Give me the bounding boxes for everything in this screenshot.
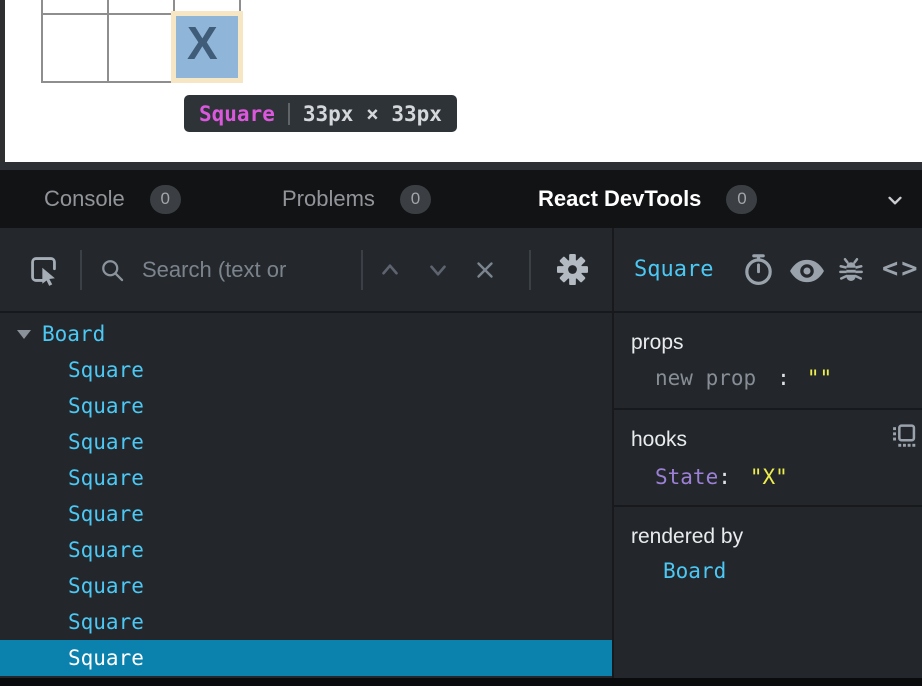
tooltip-component-name: Square <box>199 102 275 126</box>
inspected-element-header: Square <box>612 228 922 311</box>
tree-item-square[interactable]: Square <box>0 352 612 388</box>
owner-label: Board <box>663 559 726 583</box>
devtools-top-border <box>0 162 922 170</box>
tab-problems[interactable]: Problems 0 <box>282 170 431 228</box>
colon: : <box>777 366 790 390</box>
console-count-badge: 0 <box>150 185 181 214</box>
tab-react-devtools[interactable]: React DevTools 0 <box>538 170 757 228</box>
react-devtools-main: Board Square Square Square Square Square… <box>0 313 922 678</box>
tab-react-devtools-label: React DevTools <box>538 186 701 212</box>
problems-count-badge: 0 <box>400 185 431 214</box>
hooks-title: hooks <box>631 428 687 452</box>
hooks-section: hooks <box>614 410 922 507</box>
stopwatch-icon[interactable] <box>741 252 776 287</box>
tree-item-square[interactable]: Square <box>0 604 612 640</box>
inspect-highlight-overlay: X <box>171 11 243 83</box>
clear-search-icon[interactable] <box>472 257 498 283</box>
board-square[interactable] <box>43 0 107 13</box>
component-tree: Board Square Square Square Square Square… <box>0 313 612 678</box>
state-hook-row[interactable]: State : "X" <box>655 465 788 489</box>
react-devtools-toolbar: Square <box>0 228 922 313</box>
tree-item-label: Square <box>68 430 144 454</box>
inspected-element-panel: props new prop : "" hooks <box>612 313 922 678</box>
tab-problems-label: Problems <box>282 186 375 212</box>
tree-item-label: Square <box>68 466 144 490</box>
new-prop-value[interactable]: "" <box>807 366 832 390</box>
devtools-tabbar: Console 0 Problems 0 React DevTools 0 <box>0 170 922 228</box>
tree-item-label: Square <box>68 610 144 634</box>
collapse-triangle-icon[interactable] <box>17 330 31 339</box>
tab-console[interactable]: Console 0 <box>44 170 181 228</box>
props-section: props new prop : "" <box>614 313 922 410</box>
colon: : <box>718 465 731 489</box>
inspect-size-tooltip: Square 33px × 33px <box>184 95 457 132</box>
devtools-window: X Square 33px × 33px Console 0 Problems … <box>0 0 922 686</box>
eye-icon[interactable] <box>788 256 826 286</box>
search-icon <box>99 257 126 284</box>
board-square[interactable] <box>43 15 107 81</box>
tooltip-separator <box>288 103 290 125</box>
chevron-down-icon[interactable] <box>882 187 908 213</box>
new-prop-placeholder[interactable]: new prop <box>655 366 756 390</box>
new-prop-row[interactable]: new prop : "" <box>655 366 832 390</box>
rendered-by-owner[interactable]: Board <box>663 559 726 583</box>
inspect-element-icon[interactable] <box>26 252 61 287</box>
devtools-bottom-edge <box>0 678 922 686</box>
gear-icon[interactable] <box>557 254 588 285</box>
page-left-edge <box>0 0 5 162</box>
tree-item-label: Square <box>68 646 144 670</box>
tree-item-square[interactable]: Square <box>0 532 612 568</box>
props-title: props <box>631 331 684 355</box>
board-square[interactable] <box>109 15 173 81</box>
highlighted-square-x[interactable]: X <box>176 16 238 78</box>
hook-value[interactable]: "X" <box>750 465 788 489</box>
toolbar-divider <box>361 250 363 290</box>
view-source-icon[interactable]: <> <box>882 253 921 284</box>
tree-item-square[interactable]: Square <box>0 424 612 460</box>
search-input[interactable] <box>142 228 354 311</box>
tab-console-label: Console <box>44 186 125 212</box>
rendered-by-section: rendered by Board <box>614 507 922 676</box>
react-count-badge: 0 <box>726 185 757 214</box>
browser-page-area: X Square 33px × 33px <box>0 0 922 162</box>
next-result-icon[interactable] <box>425 259 451 281</box>
tree-item-square[interactable]: Square <box>0 496 612 532</box>
tree-item-label: Square <box>68 358 144 382</box>
toolbar-divider <box>80 250 82 290</box>
rendered-by-title: rendered by <box>631 525 743 549</box>
board-square[interactable] <box>109 0 173 13</box>
tree-item-square-selected[interactable]: Square <box>0 640 612 676</box>
tree-item-label: Square <box>68 394 144 418</box>
previous-result-icon[interactable] <box>377 259 403 281</box>
toolbar-divider <box>529 250 531 290</box>
tree-item-label: Square <box>68 538 144 562</box>
tree-item-label: Square <box>68 574 144 598</box>
tree-item-label: Square <box>68 502 144 526</box>
tree-item-square[interactable]: Square <box>0 568 612 604</box>
tooltip-dimensions: 33px × 33px <box>303 102 442 126</box>
bug-icon[interactable] <box>836 255 866 285</box>
selected-component-name: Square <box>634 228 713 311</box>
tree-item-square[interactable]: Square <box>0 388 612 424</box>
parse-hook-names-icon[interactable] <box>891 423 916 448</box>
tree-item-label: Board <box>42 322 105 346</box>
tree-item-square[interactable]: Square <box>0 460 612 496</box>
tree-item-board[interactable]: Board <box>0 316 612 352</box>
hook-name: State <box>655 465 718 489</box>
